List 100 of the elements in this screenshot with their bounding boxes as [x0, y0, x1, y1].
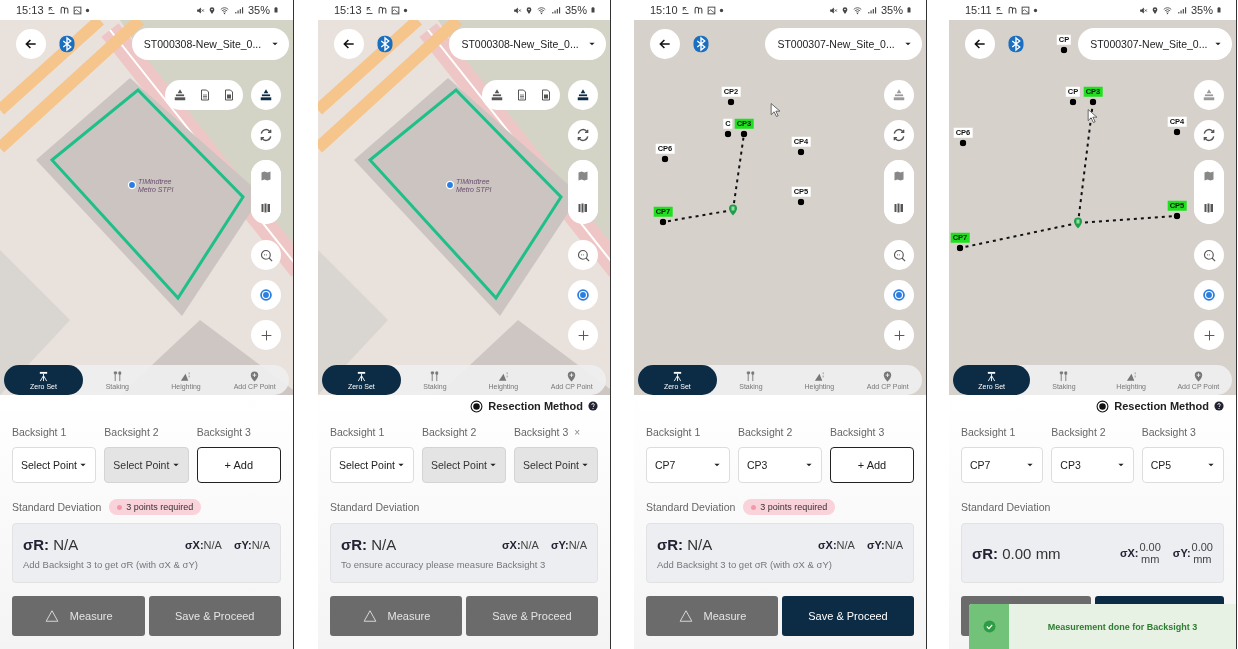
- mute-icon: [195, 5, 205, 15]
- battery-percent: 35%: [1190, 4, 1213, 16]
- status-time: 15:11: [965, 4, 992, 16]
- point-dot-icon: [1089, 98, 1097, 106]
- location-icon: [524, 5, 533, 15]
- caret-icon: [904, 40, 912, 48]
- document-icon: [540, 88, 552, 102]
- backsight-label: Backsight 3: [196, 426, 251, 438]
- add-point-icon: [1192, 370, 1204, 382]
- stake-tool[interactable]: [490, 88, 504, 102]
- download-icon: [364, 5, 374, 15]
- caret-icon: [1207, 461, 1215, 469]
- zoom-icon: [258, 247, 274, 263]
- plus-icon: [892, 328, 906, 342]
- document-icon: [199, 88, 211, 102]
- backsight-label: Backsight 2: [422, 426, 477, 438]
- point-dot-icon: [1060, 46, 1068, 54]
- point-select[interactable]: CP5: [1141, 447, 1224, 483]
- stake-tool[interactable]: [173, 88, 187, 102]
- layers-icon: [893, 202, 905, 214]
- sigma-x-value: σX:N/A: [818, 538, 855, 551]
- wifi-icon: [851, 5, 863, 15]
- radio-icon: [470, 399, 484, 413]
- standard-deviation-label: Standard Deviation: [961, 501, 1051, 513]
- location-dot-icon: [445, 180, 455, 190]
- document-tool[interactable]: [199, 88, 211, 102]
- caret-icon: [1214, 40, 1222, 48]
- map-icon: [893, 170, 905, 182]
- back-arrow-icon: [973, 37, 987, 51]
- backsight-label: Backsight 2: [1051, 426, 1106, 438]
- tripod-icon: [38, 370, 49, 382]
- gallery-icon: [390, 5, 400, 15]
- tripod-icon: [671, 370, 683, 382]
- mute-icon: [828, 5, 838, 15]
- toast-message: Measurement done for Backsight 3: [1046, 621, 1199, 632]
- zoom-icon: [1201, 247, 1217, 263]
- battery-percent: 35%: [880, 4, 903, 16]
- sigma-y-value: σY:N/A: [550, 538, 587, 551]
- app-icon: [692, 5, 704, 15]
- help-icon: [1214, 401, 1224, 411]
- staking-icon: [1058, 370, 1070, 382]
- rotate-icon: [891, 127, 907, 143]
- backsight-label: Backsight 2: [104, 426, 159, 438]
- standard-deviation-label: Standard Deviation: [12, 501, 102, 513]
- points-required-badge: 3 points required: [743, 499, 836, 515]
- point-select[interactable]: Select Point: [12, 447, 97, 483]
- sigma-x-value: σX:N/A: [185, 538, 222, 551]
- hint-text: To ensure accuracy please measure Backsight 3: [341, 559, 547, 570]
- stake-icon: [173, 88, 187, 102]
- app-icon: [376, 5, 388, 15]
- resection-method-radio[interactable]: Resection Method: [470, 399, 583, 413]
- signal-icon: [549, 5, 562, 15]
- radio-icon: [1096, 399, 1110, 413]
- battery-percent: 35%: [247, 4, 270, 16]
- point-select[interactable]: Select Point: [330, 447, 414, 483]
- standard-deviation-label: Standard Deviation: [646, 501, 736, 513]
- site-dropdown[interactable]: ST000307-New_Site_0...: [1078, 28, 1232, 60]
- check-circle-icon: [982, 620, 996, 633]
- document-tool[interactable]: [223, 88, 235, 102]
- sigma-y-value: σY:N/A: [866, 538, 903, 551]
- site-dropdown[interactable]: ST000308-New_Site_0...: [131, 28, 289, 60]
- dot-icon: [402, 7, 408, 13]
- add-backsight-button[interactable]: + Add: [830, 447, 914, 483]
- document-tool[interactable]: [540, 88, 552, 102]
- point-select[interactable]: CP3: [738, 447, 822, 483]
- add-point-icon: [566, 370, 578, 382]
- stake-icon: [576, 88, 590, 102]
- station-marker-icon: [727, 202, 739, 218]
- hint-text: Add Backsight 3 to get σR (with σX & σY): [23, 559, 199, 570]
- point-dot-icon: [956, 244, 964, 252]
- backsight-label: Backsight 3: [514, 426, 569, 438]
- signal-icon: [1175, 5, 1188, 15]
- point-dot-icon: [1069, 98, 1077, 106]
- point-select[interactable]: CP3: [1051, 447, 1134, 483]
- stake-icon: [892, 88, 906, 102]
- document-tool[interactable]: [516, 88, 528, 102]
- location-icon: [840, 5, 849, 15]
- map-icon: [260, 170, 272, 182]
- add-point-icon: [882, 370, 894, 382]
- point-select[interactable]: CP7: [961, 447, 1044, 483]
- caret-icon: [171, 461, 180, 469]
- caret-icon: [271, 40, 279, 48]
- add-backsight-button[interactable]: + Add: [196, 447, 281, 483]
- caret-icon: [581, 461, 589, 469]
- backsight-label: Backsight 3: [1141, 426, 1196, 438]
- site-dropdown[interactable]: ST000308-New_Site_0...: [449, 28, 606, 60]
- layers-icon: [577, 202, 589, 214]
- resection-method-radio[interactable]: Resection Method: [1096, 399, 1209, 413]
- site-dropdown[interactable]: ST000307-New_Site_0...: [765, 28, 922, 60]
- triangle-icon: [677, 609, 694, 623]
- point-dot-icon: [1173, 212, 1181, 220]
- caret-icon: [1026, 461, 1035, 469]
- triangle-icon: [43, 609, 60, 623]
- dot-icon: [718, 7, 724, 13]
- download-icon: [994, 5, 1004, 15]
- zoom-icon: [575, 247, 591, 263]
- save-proceed-button[interactable]: Save & Proceed: [782, 596, 914, 636]
- dot-icon: [84, 7, 90, 13]
- caret-icon: [805, 461, 813, 469]
- point-select[interactable]: CP7: [646, 447, 730, 483]
